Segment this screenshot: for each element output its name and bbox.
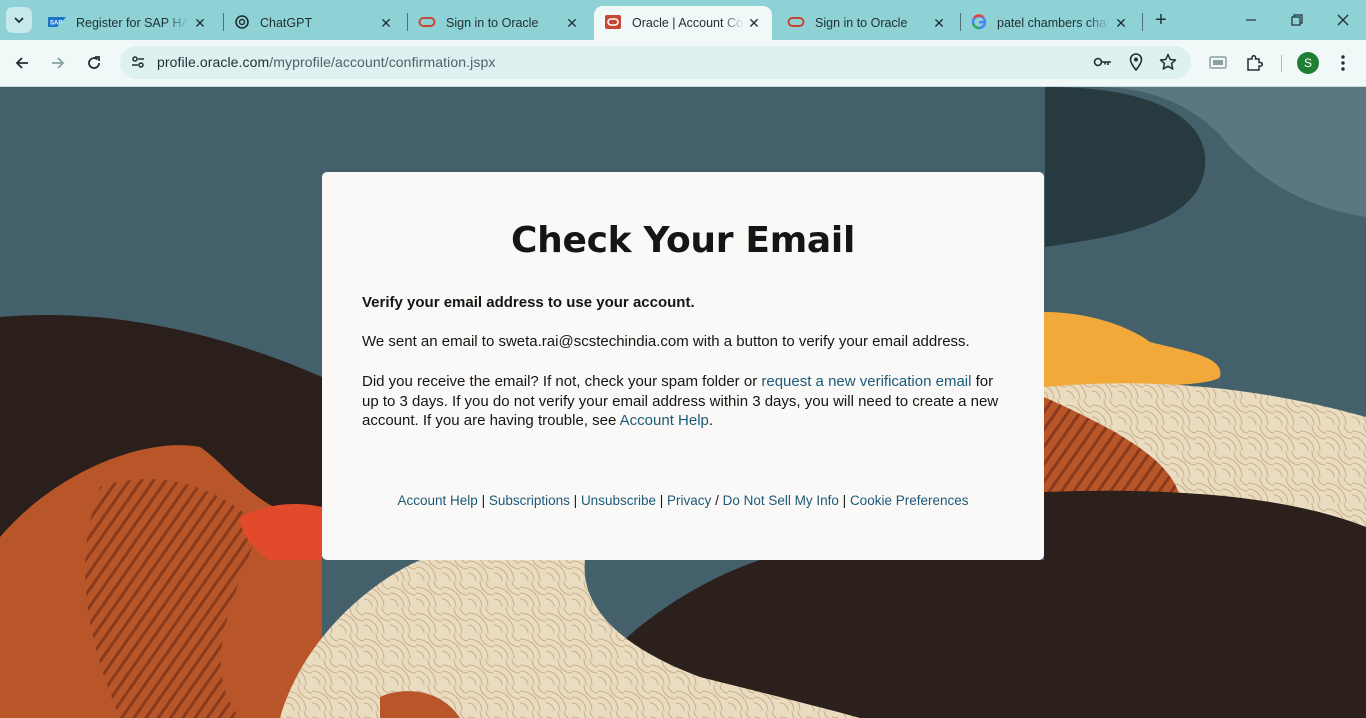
- minimize-button[interactable]: [1239, 8, 1263, 32]
- footer-subscriptions-link[interactable]: Subscriptions: [489, 493, 570, 508]
- chevron-down-icon: [14, 17, 24, 24]
- oracle-logo-icon: [418, 16, 436, 31]
- tab-oracle-account[interactable]: Oracle | Account Confirmation ✕: [594, 6, 772, 40]
- cast-button[interactable]: [1207, 52, 1229, 74]
- request-verification-link[interactable]: request a new verification email: [761, 373, 971, 390]
- sap-logo-icon: SAP: [48, 16, 66, 30]
- arrow-right-icon: [52, 57, 65, 69]
- footer-account-help-link[interactable]: Account Help: [398, 493, 478, 508]
- star-icon: [1159, 53, 1177, 70]
- help-paragraph: Did you receive the email? If not, check…: [362, 372, 1004, 431]
- footer-separator: |: [573, 493, 578, 508]
- reload-button[interactable]: [81, 50, 107, 76]
- plus-icon: +: [1155, 8, 1167, 31]
- footer-links: Account Help | Subscriptions | Unsubscri…: [322, 493, 1044, 508]
- tab-google-search[interactable]: patel chambers chamber ✕: [961, 6, 1139, 40]
- restore-icon: [1291, 14, 1303, 26]
- browser-menu-button[interactable]: [1332, 52, 1354, 74]
- back-button[interactable]: [9, 50, 35, 76]
- cast-icon: [1209, 56, 1227, 69]
- tab-title: Sign in to Oracle: [446, 16, 539, 30]
- close-icon[interactable]: ✕: [1113, 15, 1129, 31]
- toolbar-divider: [1281, 55, 1282, 72]
- password-key-button[interactable]: [1093, 52, 1113, 72]
- bookmark-button[interactable]: [1158, 52, 1178, 72]
- key-icon: [1093, 57, 1111, 67]
- close-icon[interactable]: ✕: [378, 15, 394, 31]
- footer-separator: /: [715, 493, 719, 508]
- tab-sap[interactable]: SAP Register for SAP HANA ✕: [38, 6, 218, 40]
- more-vertical-icon: [1341, 55, 1345, 71]
- tab-title: ChatGPT: [260, 16, 313, 30]
- url-text[interactable]: profile.oracle.com/myprofile/account/con…: [157, 54, 495, 70]
- close-window-button[interactable]: [1331, 8, 1355, 32]
- address-bar[interactable]: profile.oracle.com/myprofile/account/con…: [120, 46, 1191, 79]
- site-info-button[interactable]: [126, 50, 150, 74]
- profile-avatar[interactable]: S: [1297, 52, 1319, 74]
- tab-search-button[interactable]: [6, 7, 32, 33]
- extensions-button[interactable]: [1243, 52, 1265, 74]
- arrow-left-icon: [15, 57, 28, 69]
- svg-text:SAP: SAP: [50, 21, 62, 27]
- url-host: profile.oracle.com: [157, 54, 270, 70]
- footer-cookie-preferences-link[interactable]: Cookie Preferences: [850, 493, 969, 508]
- tab-strip: SAP Register for SAP HANA ✕ ChatGPT ✕ Si…: [0, 0, 1366, 40]
- tab-title: Oracle | Account Confirmation: [632, 16, 744, 30]
- tune-icon: [132, 56, 144, 68]
- tab-title: Sign in to Oracle: [815, 16, 908, 30]
- account-help-inline-link[interactable]: Account Help: [620, 412, 709, 429]
- footer-unsubscribe-link[interactable]: Unsubscribe: [581, 493, 656, 508]
- restore-button[interactable]: [1285, 8, 1309, 32]
- browser-toolbar: profile.oracle.com/myprofile/account/con…: [0, 40, 1366, 87]
- help-text-part1: Did you receive the email? If not, check…: [362, 373, 762, 390]
- close-icon[interactable]: ✕: [931, 15, 947, 31]
- close-icon[interactable]: ✕: [564, 15, 580, 31]
- verify-instruction: Verify your email address to use your ac…: [362, 294, 695, 311]
- check-email-card: Check Your Email Verify your email addre…: [322, 172, 1044, 560]
- footer-do-not-sell-link[interactable]: Do Not Sell My Info: [723, 493, 839, 508]
- forward-button[interactable]: [45, 50, 71, 76]
- profile-initial: S: [1303, 56, 1312, 70]
- close-icon[interactable]: ✕: [746, 15, 762, 31]
- tab-chatgpt[interactable]: ChatGPT ✕: [224, 6, 404, 40]
- reload-icon: [88, 56, 100, 69]
- footer-separator: |: [481, 493, 486, 508]
- oracle-logo-icon: [604, 14, 622, 33]
- location-pin-icon: [1129, 53, 1143, 71]
- footer-separator: |: [659, 493, 664, 508]
- url-path: /myprofile/account/confirmation.jspx: [269, 54, 496, 70]
- page-content: Check Your Email Verify your email addre…: [0, 87, 1366, 718]
- tab-oracle-signin-2[interactable]: Sign in to Oracle ✕: [777, 6, 957, 40]
- tab-oracle-signin-1[interactable]: Sign in to Oracle ✕: [408, 6, 590, 40]
- location-button[interactable]: [1126, 52, 1146, 72]
- oracle-logo-icon: [787, 16, 805, 31]
- minimize-icon: [1246, 19, 1256, 21]
- close-icon: [1337, 14, 1349, 26]
- footer-separator: |: [842, 493, 847, 508]
- footer-privacy-link[interactable]: Privacy: [667, 493, 711, 508]
- tab-divider: [1142, 13, 1143, 31]
- close-icon[interactable]: ✕: [192, 15, 208, 31]
- chatgpt-logo-icon: [234, 14, 250, 33]
- google-logo-icon: [971, 13, 987, 33]
- email-sent-message: We sent an email to sweta.rai@scstechind…: [362, 333, 970, 350]
- tab-title: Register for SAP HANA: [76, 16, 188, 30]
- page-title: Check Your Email: [511, 220, 855, 261]
- help-text-part3: .: [708, 412, 714, 429]
- puzzle-icon: [1247, 54, 1263, 71]
- tab-title: patel chambers chamber: [997, 16, 1109, 30]
- new-tab-button[interactable]: +: [1150, 9, 1172, 31]
